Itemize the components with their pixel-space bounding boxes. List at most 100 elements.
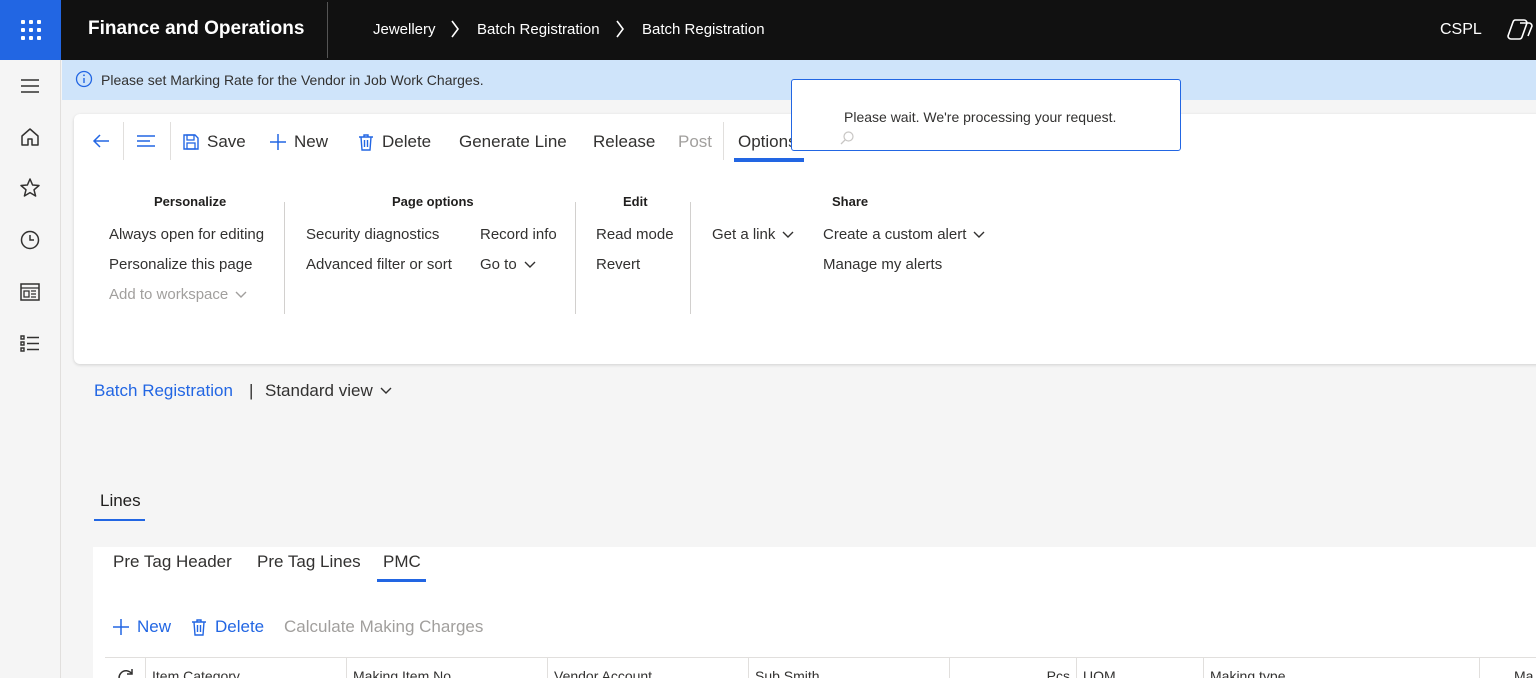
tab-pre-tag-header[interactable]: Pre Tag Header	[113, 552, 232, 572]
record-info-button[interactable]: Record info	[480, 226, 557, 243]
manage-alerts-button[interactable]: Manage my alerts	[823, 256, 942, 273]
left-navigation	[0, 60, 61, 678]
page-title-link[interactable]: Batch Registration	[94, 381, 233, 401]
chevron-right-icon	[451, 20, 459, 38]
read-mode-button[interactable]: Read mode	[596, 226, 674, 243]
lines-delete-button[interactable]: Delete	[189, 617, 264, 637]
plus-icon	[270, 134, 286, 150]
divider	[170, 122, 171, 160]
chevron-down-icon	[973, 231, 985, 238]
list-view-icon[interactable]	[135, 130, 157, 152]
search-icon	[840, 131, 854, 145]
generate-line-button[interactable]: Generate Line	[459, 130, 567, 154]
divider	[123, 122, 124, 160]
view-selector[interactable]: Standard view	[265, 381, 392, 401]
message-text: Please set Marking Rate for the Vendor i…	[101, 72, 484, 88]
chevron-down-icon	[235, 291, 247, 298]
action-pane: Save New Delete Generate Line Release Po…	[74, 114, 1536, 364]
column-header-making-type[interactable]: Making type	[1203, 658, 1479, 678]
new-button[interactable]: New	[268, 130, 328, 154]
tab-pmc-indicator	[377, 579, 426, 582]
delete-label: Delete	[382, 132, 432, 151]
custom-alert-label: Create a custom alert	[823, 226, 967, 243]
column-header-making-item-no[interactable]: Making Item No.	[346, 658, 547, 678]
tab-lines-label: Lines	[100, 491, 141, 510]
release-button[interactable]: Release	[593, 130, 655, 154]
column-header-uom[interactable]: UOM	[1076, 658, 1203, 678]
breadcrumb-item-3[interactable]: Batch Registration	[642, 21, 765, 38]
trash-icon	[192, 619, 206, 636]
column-header-item-category[interactable]: Item Category	[145, 658, 346, 678]
add-to-workspace-label: Add to workspace	[109, 286, 229, 303]
group-title-share: Share	[832, 194, 869, 209]
personalize-page-button[interactable]: Personalize this page	[109, 256, 252, 273]
back-arrow-icon[interactable]	[90, 130, 112, 152]
custom-alert-dropdown[interactable]: Create a custom alert	[823, 226, 985, 243]
column-header-vendor-account[interactable]: Vendor Account	[547, 658, 748, 678]
save-icon	[183, 134, 199, 150]
trash-icon	[359, 134, 373, 151]
recent-clock-icon[interactable]	[18, 228, 42, 252]
go-to-label: Go to	[480, 256, 517, 273]
lines-new-label: New	[137, 617, 172, 636]
divider	[723, 122, 724, 160]
group-title-personalize: Personalize	[154, 194, 227, 209]
favorites-star-icon[interactable]	[18, 176, 42, 200]
processing-popup: Please wait. We're processing your reque…	[791, 79, 1181, 151]
delete-button[interactable]: Delete	[356, 130, 431, 154]
column-header-ma[interactable]: Ma	[1479, 658, 1536, 678]
go-to-dropdown[interactable]: Go to	[480, 256, 536, 273]
save-button[interactable]: Save	[181, 130, 246, 154]
tab-pre-tag-lines[interactable]: Pre Tag Lines	[257, 552, 361, 572]
lines-subpanel: Pre Tag Header Pre Tag Lines PMC New Del…	[93, 547, 1536, 678]
lines-new-button[interactable]: New	[111, 617, 171, 637]
app-launcher-button[interactable]	[0, 0, 61, 60]
tab-options[interactable]: Options	[738, 130, 797, 154]
top-bar: Finance and Operations Jewellery Batch R…	[0, 0, 1536, 60]
group-title-edit: Edit	[623, 194, 648, 209]
group-divider	[690, 202, 691, 314]
modules-list-icon[interactable]	[18, 331, 42, 355]
chevron-down-icon	[782, 231, 794, 238]
home-icon[interactable]	[18, 125, 42, 149]
security-diagnostics-button[interactable]: Security diagnostics	[306, 226, 439, 243]
app-title[interactable]: Finance and Operations	[88, 18, 304, 40]
title-separator: |	[249, 381, 254, 400]
calculate-making-charges-button[interactable]: Calculate Making Charges	[284, 617, 483, 637]
add-to-workspace-dropdown[interactable]: Add to workspace	[109, 286, 247, 303]
save-label: Save	[207, 132, 246, 151]
tab-pmc[interactable]: PMC	[383, 552, 421, 572]
plus-icon	[113, 619, 129, 635]
grid-header: Item Category Making Item No. Vendor Acc…	[105, 657, 1536, 678]
chevron-down-icon	[380, 387, 392, 394]
company-picker[interactable]: CSPL	[1440, 21, 1482, 39]
group-divider	[575, 202, 576, 314]
processing-message: Please wait. We're processing your reque…	[844, 109, 1117, 125]
workspaces-icon[interactable]	[18, 280, 42, 304]
view-label: Standard view	[265, 381, 373, 400]
always-open-editing-button[interactable]: Always open for editing	[109, 226, 264, 243]
get-link-label: Get a link	[712, 226, 776, 243]
lines-delete-label: Delete	[215, 617, 265, 636]
hamburger-menu-icon[interactable]	[18, 74, 42, 98]
tab-lines-indicator	[94, 519, 145, 521]
column-header-sub-smith[interactable]: Sub Smith	[748, 658, 949, 678]
top-divider	[327, 2, 328, 58]
tab-lines[interactable]: Lines	[94, 491, 145, 521]
column-header-pcs[interactable]: Pcs	[949, 658, 1076, 678]
advanced-filter-button[interactable]: Advanced filter or sort	[306, 256, 452, 273]
options-tab-indicator	[734, 158, 804, 162]
get-link-dropdown[interactable]: Get a link	[712, 226, 794, 243]
copilot-icon[interactable]	[1506, 16, 1534, 44]
group-divider	[284, 202, 285, 314]
refresh-icon[interactable]	[115, 666, 137, 678]
waffle-icon	[20, 20, 41, 40]
breadcrumb-item-1[interactable]: Jewellery	[373, 21, 436, 38]
info-icon	[75, 70, 93, 88]
post-button[interactable]: Post	[678, 130, 712, 154]
breadcrumb-item-2[interactable]: Batch Registration	[477, 21, 600, 38]
chevron-down-icon	[524, 261, 536, 268]
new-label: New	[294, 132, 329, 151]
revert-button[interactable]: Revert	[596, 256, 640, 273]
chevron-right-icon	[616, 20, 624, 38]
